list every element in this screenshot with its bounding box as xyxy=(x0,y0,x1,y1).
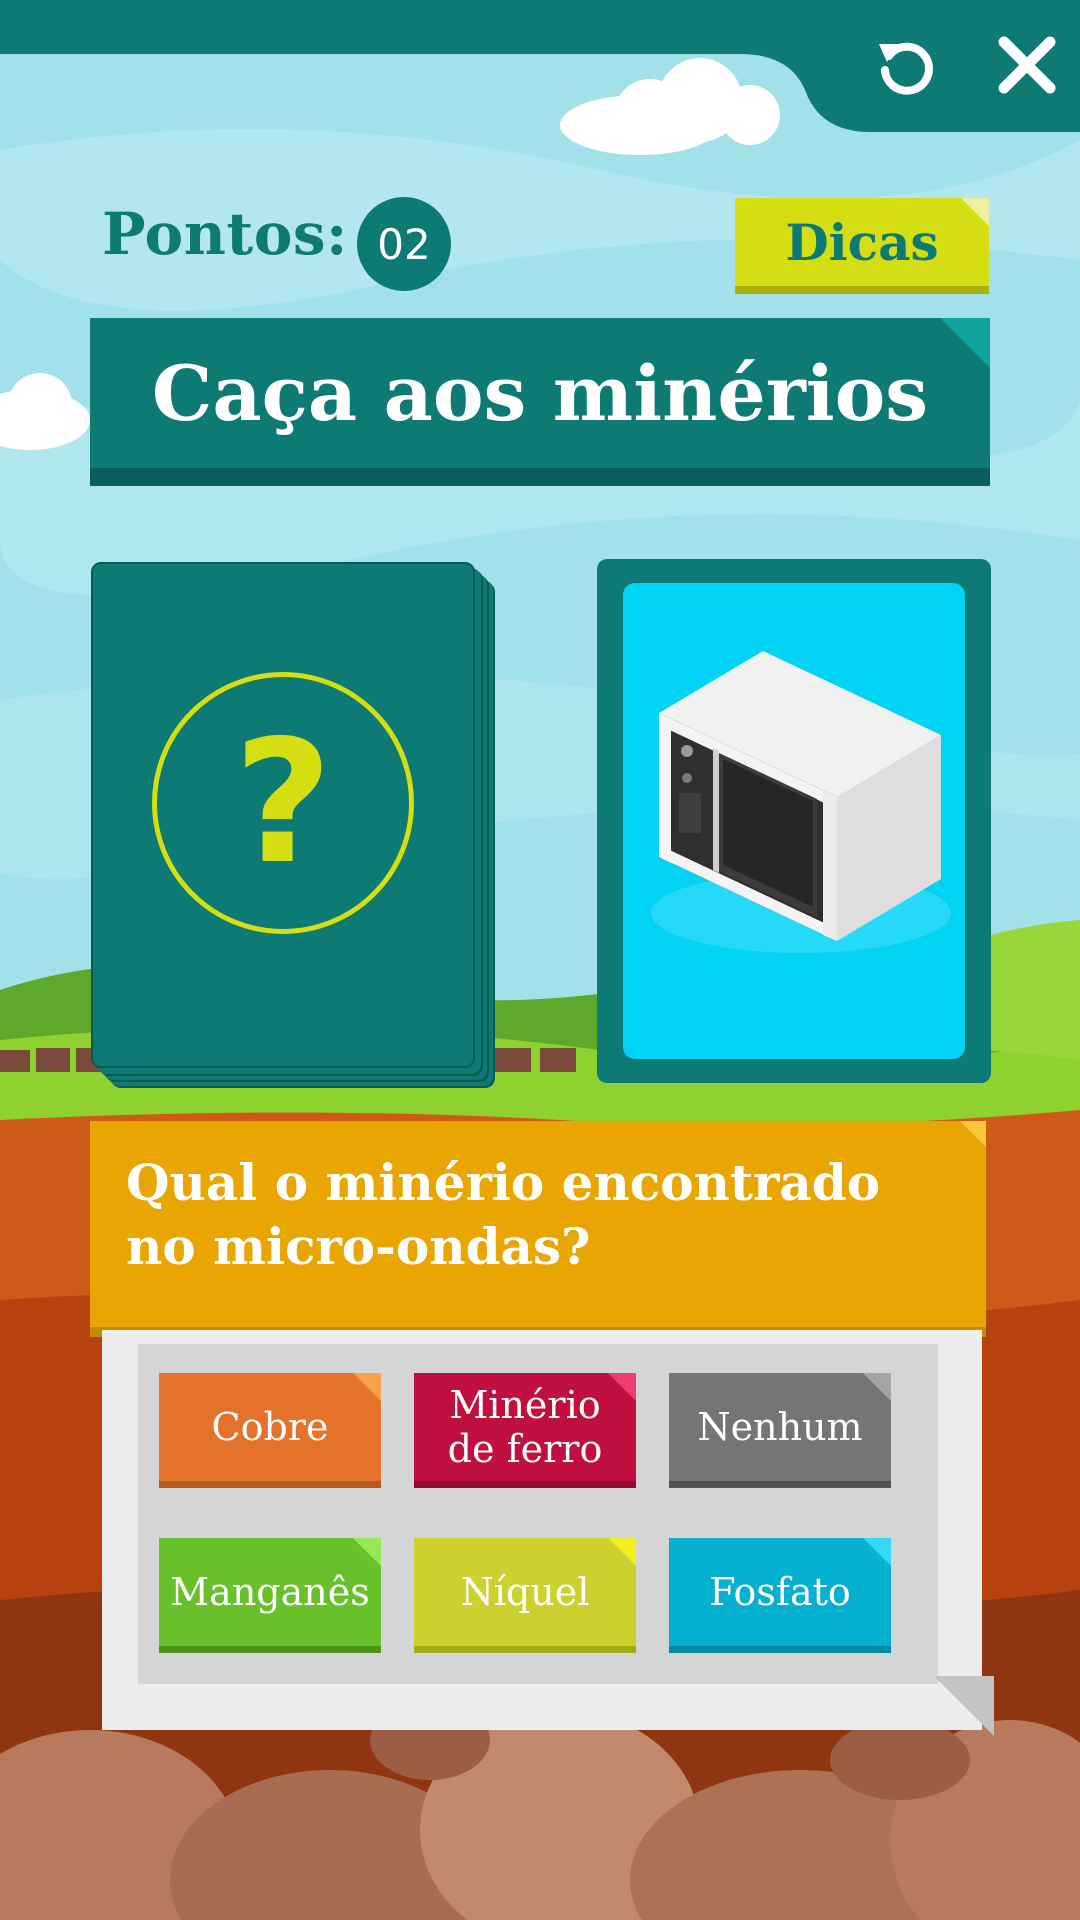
page-fold xyxy=(934,1676,994,1736)
hints-button[interactable]: Dicas xyxy=(735,198,989,286)
score-label: Pontos: xyxy=(102,200,348,268)
answer-fosfato-button[interactable]: Fosfato xyxy=(669,1538,891,1646)
game-title: Caça aos minérios xyxy=(151,348,929,438)
answer-niquel-button[interactable]: Níquel xyxy=(414,1538,636,1646)
mystery-card-deck[interactable]: ? xyxy=(91,562,475,1068)
question-mark-icon: ? xyxy=(152,672,414,934)
question-text: Qual o minério encontrado no micro-ondas… xyxy=(126,1153,881,1276)
answer-minerio-de-ferro-button[interactable]: Minério de ferro xyxy=(414,1373,636,1481)
restart-button[interactable] xyxy=(872,30,942,100)
microwave-icon xyxy=(651,651,951,953)
restart-icon xyxy=(879,42,933,95)
question-box: Qual o minério encontrado no micro-ondas… xyxy=(90,1121,986,1327)
answer-manganes-button[interactable]: Manganês xyxy=(159,1538,381,1646)
answer-cobre-button[interactable]: Cobre xyxy=(159,1373,381,1481)
close-icon xyxy=(998,36,1056,94)
title-banner: Caça aos minérios xyxy=(90,318,990,468)
answer-nenhum-button[interactable]: Nenhum xyxy=(669,1373,891,1481)
close-button[interactable] xyxy=(992,30,1062,100)
object-card-inner xyxy=(623,583,965,1059)
object-card xyxy=(597,559,991,1083)
score-badge: 02 xyxy=(357,197,451,291)
